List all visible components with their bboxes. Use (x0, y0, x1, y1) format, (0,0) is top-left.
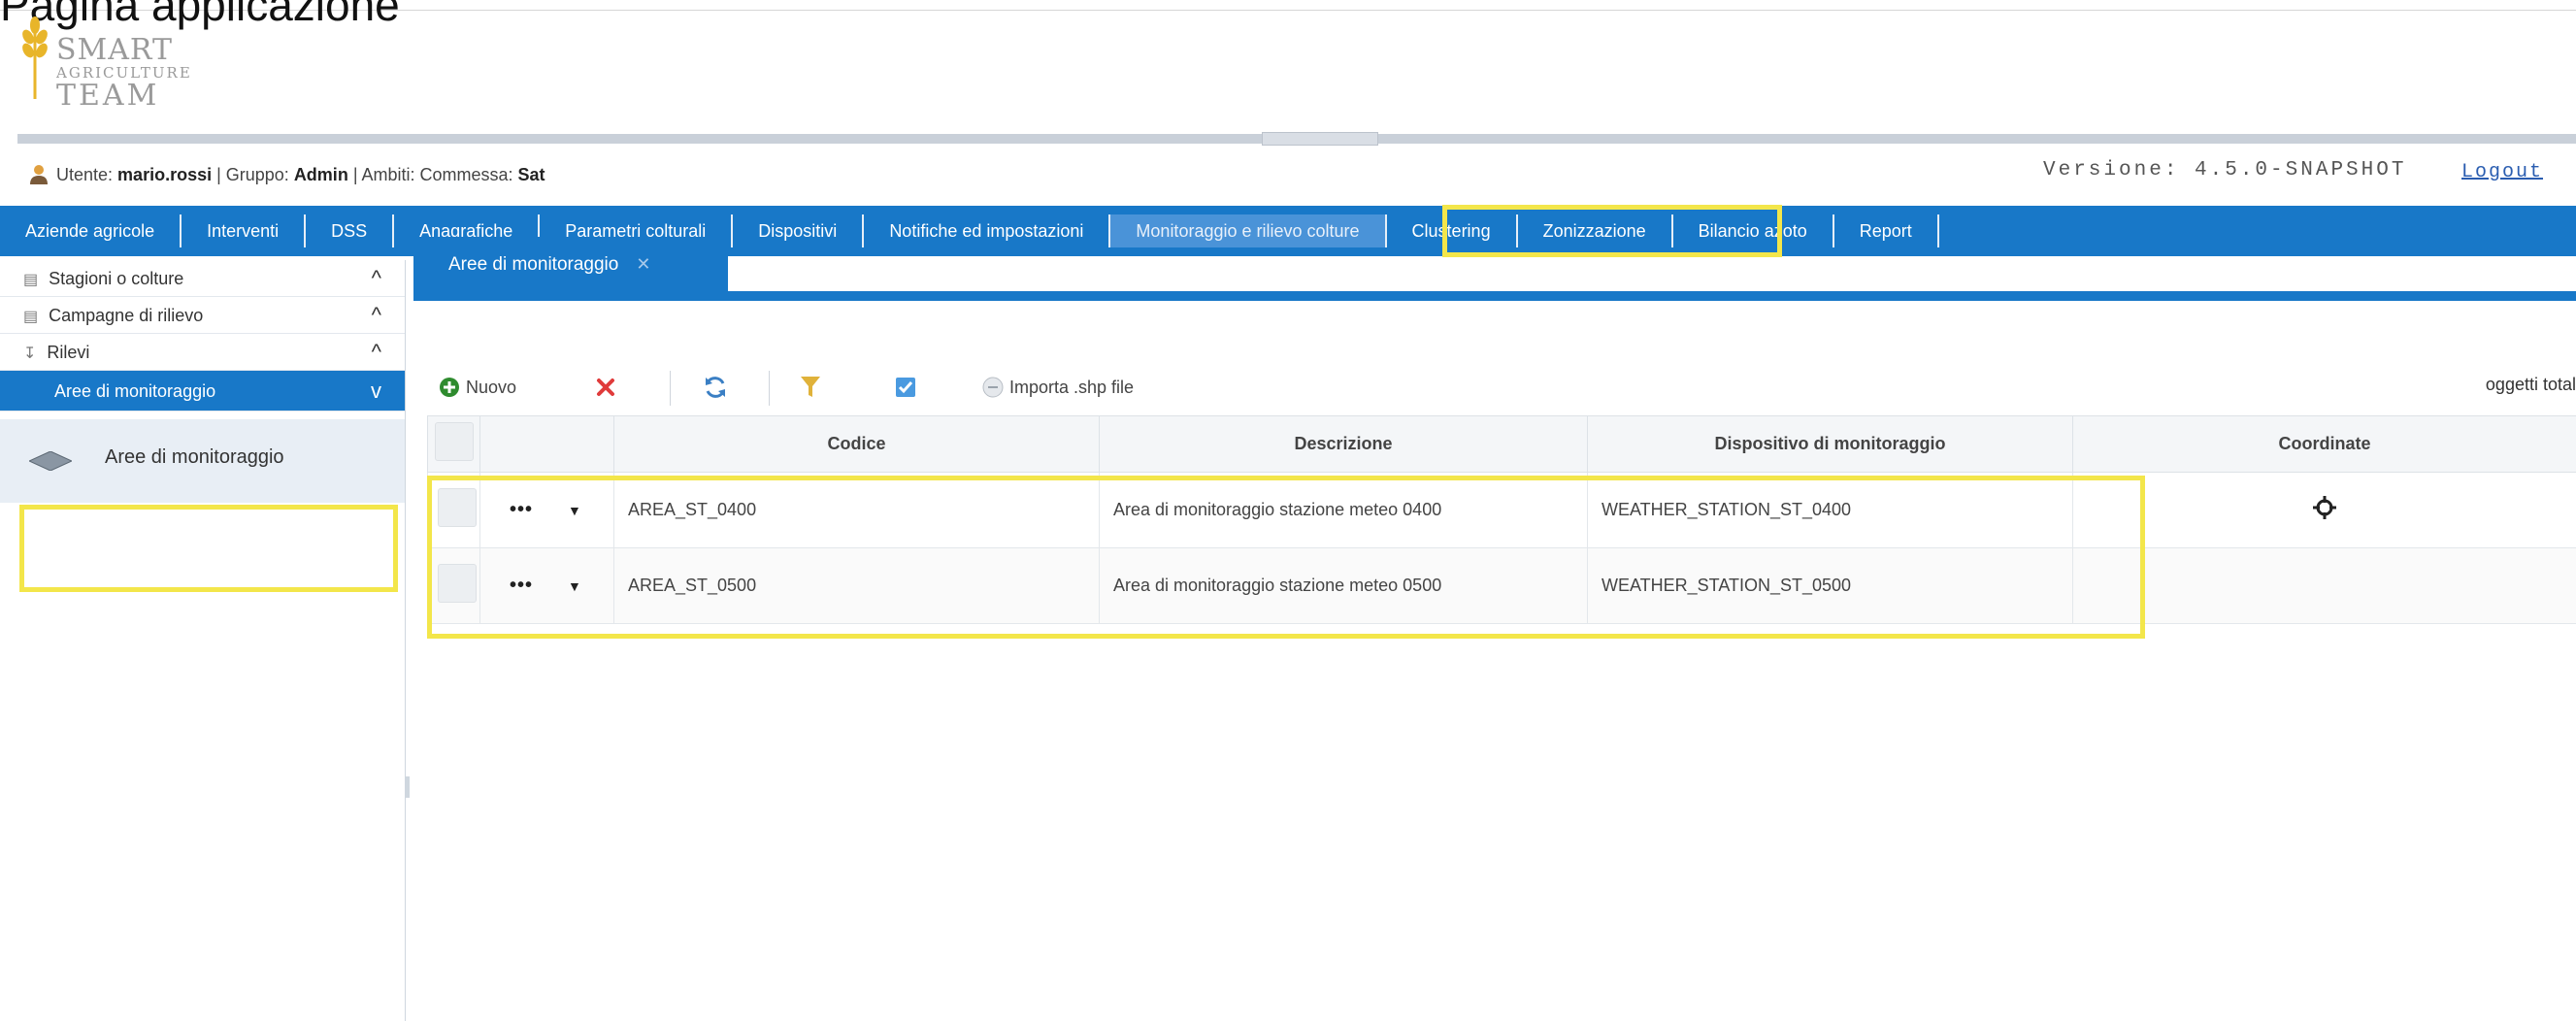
top-caption: Pagina applicazione (0, 0, 400, 30)
sidebar-splitter[interactable] (406, 776, 410, 798)
highlight-sidebar-box (19, 505, 398, 592)
version-label: Versione: 4.5.0-SNAPSHOT (2043, 159, 2407, 181)
toolbar: Nuovo Importa .shp file oggetti total (413, 361, 2576, 415)
sidebar-subitem-label: Aree di monitoraggio (105, 446, 284, 468)
tab-label: Aree di monitoraggio (448, 254, 619, 275)
import-icon (982, 377, 1004, 398)
sidebar: ▤ Stagioni o colture ^ ▤ Campagne di ril… (0, 260, 406, 1021)
select-all-button[interactable] (895, 373, 916, 402)
tab-underline (413, 291, 2576, 301)
sidebar-item-stagioni[interactable]: ▤ Stagioni o colture ^ (0, 260, 405, 297)
cell-coordinate (2072, 547, 2576, 624)
cell-coordinate (2072, 472, 2576, 548)
user-prefix: Utente: (56, 165, 118, 184)
filter-button[interactable] (800, 373, 821, 402)
header-coordinate[interactable]: Coordinate (2072, 415, 2576, 473)
user-bar: Utente: mario.rossi | Gruppo: Admin | Am… (0, 146, 2576, 202)
logo-text: SMART AGRICULTURE TEAM (56, 35, 192, 112)
nav-item-aziende-agricole[interactable]: Aziende agricole (0, 214, 182, 247)
logo-line-1: SMART (56, 33, 174, 67)
group-name: Admin (293, 165, 348, 184)
delete-icon (597, 379, 614, 396)
highlight-rows-box (427, 476, 2145, 639)
sidebar-item-label: Stagioni o colture (49, 269, 184, 288)
scope-name: Sat (517, 165, 545, 184)
layers-icon: ▤ (23, 309, 39, 325)
wheat-icon (22, 16, 48, 99)
toolbar-separator (670, 371, 671, 406)
plus-circle-icon (440, 378, 459, 397)
download-icon: ↧ (23, 346, 37, 362)
user-info: Utente: mario.rossi | Gruppo: Admin | Am… (29, 163, 545, 185)
header-select[interactable] (427, 415, 480, 473)
tab-aree-monitoraggio[interactable]: Aree di monitoraggio ✕ (413, 237, 728, 291)
header-dispositivo[interactable]: Dispositivo di monitoraggio (1587, 415, 2073, 473)
sidebar-item-label: Campagne di rilievo (49, 306, 204, 325)
select-all-checkbox[interactable] (434, 422, 474, 461)
new-button-label: Nuovo (466, 377, 517, 397)
total-objects-label: oggetti total (2485, 375, 2576, 394)
refresh-icon (706, 377, 725, 398)
sidebar-item-campagne[interactable]: ▤ Campagne di rilievo ^ (0, 297, 405, 334)
layers-icon: ▤ (23, 272, 39, 288)
import-shp-button[interactable]: Importa .shp file (982, 373, 1134, 402)
chevron-up-icon[interactable]: ^ (372, 334, 381, 371)
sidebar-item-rilevi[interactable]: ↧ Rilevi ^ (0, 334, 405, 371)
header-codice[interactable]: Codice (613, 415, 1100, 473)
toolbar-separator (769, 371, 770, 406)
scope-prefix: | Ambiti: Commessa: (347, 165, 518, 184)
logout-link[interactable]: Logout (2461, 161, 2543, 183)
tab-strip: Aree di monitoraggio ✕ (413, 237, 2576, 342)
close-icon[interactable]: ✕ (636, 254, 650, 274)
user-icon (30, 165, 48, 184)
group-prefix: | Gruppo: (212, 165, 294, 184)
app-logo: SMART AGRICULTURE TEAM (21, 14, 235, 128)
sidebar-subitem-aree[interactable]: Aree di monitoraggio (0, 419, 405, 503)
sidebar-item-label: Rilevi (47, 343, 90, 362)
header-splitter-handle[interactable] (1262, 132, 1378, 146)
chevron-up-icon[interactable]: ^ (372, 297, 381, 334)
chevron-up-icon[interactable]: ^ (372, 260, 381, 297)
table-header-row: Codice Descrizione Dispositivo di monito… (427, 415, 2576, 473)
logo-line-3: TEAM (56, 79, 160, 114)
checkbox-icon (896, 378, 915, 397)
new-button[interactable]: Nuovo (439, 373, 516, 402)
crosshair-icon[interactable] (2312, 495, 2337, 520)
header-descrizione[interactable]: Descrizione (1099, 415, 1588, 473)
nav-item-dss[interactable]: DSS (306, 214, 395, 247)
area-icon (29, 451, 72, 471)
user-name: mario.rossi (117, 165, 213, 184)
chevron-down-icon[interactable]: v (371, 371, 381, 412)
sidebar-item-aree[interactable]: Aree di monitoraggio v (0, 371, 405, 412)
refresh-button[interactable] (703, 373, 728, 402)
import-label: Importa .shp file (1009, 377, 1135, 397)
sidebar-item-label: Aree di monitoraggio (54, 381, 216, 401)
delete-button[interactable] (596, 373, 615, 402)
header-actions (479, 415, 614, 473)
nav-item-interventi[interactable]: Interventi (182, 214, 307, 247)
filter-icon (801, 377, 820, 397)
